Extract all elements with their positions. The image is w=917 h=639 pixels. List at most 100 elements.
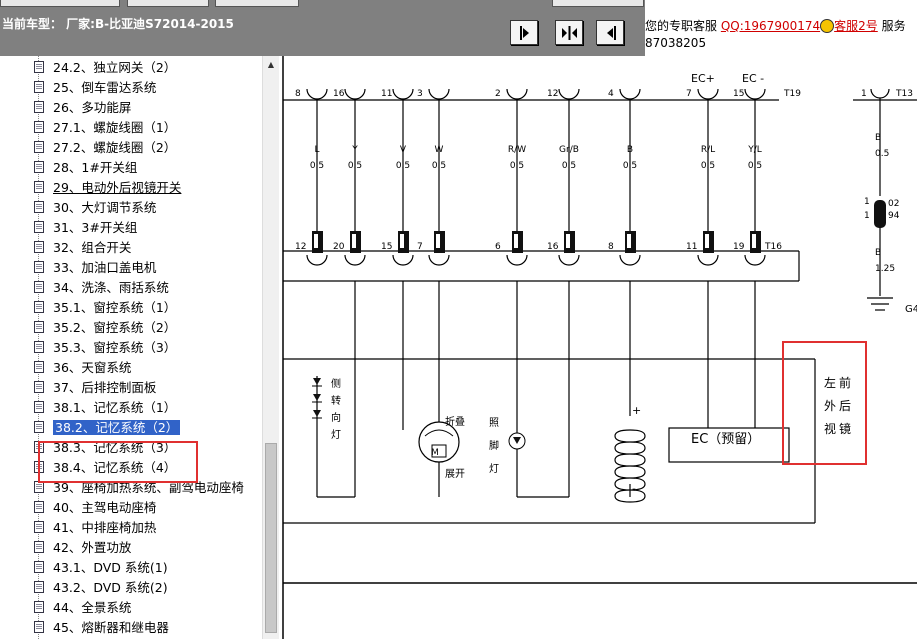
wire-gauge-label: 0.5 <box>310 161 324 171</box>
tree-item[interactable]: 43.2、DVD 系统(2) <box>34 577 168 595</box>
bottom-pin-label: 19 <box>733 242 745 252</box>
ground-mid-label-a: 02 <box>888 199 899 209</box>
tree-item[interactable]: 33、加油口盖电机 <box>34 257 156 275</box>
document-icon <box>34 141 44 153</box>
tree-item[interactable]: 30、大灯调节系统 <box>34 197 156 215</box>
tree-item[interactable]: 27.2、螺旋线圈（2） <box>34 137 176 155</box>
bottom-pin-label: 8 <box>608 242 614 252</box>
top-pin-socket <box>506 88 528 100</box>
tree-scrollbar[interactable]: ▲ <box>262 56 279 639</box>
tree-item-label: 42、外置功放 <box>53 540 132 555</box>
wire-gauge-label: 0.5 <box>748 161 762 171</box>
top-toolbar: 当前车型： 厂家:B-比亚迪S72014-2015 <box>0 0 645 56</box>
document-icon <box>34 181 44 193</box>
tree-item[interactable]: 25、倒车雷达系统 <box>34 77 156 95</box>
tree-item[interactable]: 40、主驾电动座椅 <box>34 497 156 515</box>
top-pin-socket <box>392 88 414 100</box>
wire-color-label: Gr/B <box>559 145 579 155</box>
next-page-button[interactable] <box>596 20 624 45</box>
toolbar-tab[interactable] <box>0 0 120 7</box>
tree-item[interactable]: 32、组合开关 <box>34 237 131 255</box>
tree-item[interactable]: 36、天窗系统 <box>34 357 131 375</box>
wire-gauge-label: 0.5 <box>623 161 637 171</box>
wire-gauge-label: 0.5 <box>348 161 362 171</box>
document-icon <box>34 401 44 413</box>
mirror-fold-motor <box>402 281 460 497</box>
top-pin-socket <box>428 88 450 100</box>
bottom-pin-socket <box>619 254 641 266</box>
qq-link[interactable]: QQ:1967900174 <box>721 19 820 33</box>
qq-penguin-icon <box>820 19 835 33</box>
wire-circuit: 15 Y/L 0.5 19 <box>733 88 766 266</box>
tree-item-label: 40、主驾电动座椅 <box>53 500 157 515</box>
top-pin-socket <box>619 88 641 100</box>
wiring-diagram: 8L0.51216Y0.52011V0.5153W0.572R/W0.5612G… <box>279 56 917 639</box>
wire-circuit: 12 Gr/B 0.5 16 <box>547 88 580 266</box>
tree-item[interactable]: 26、多功能屏 <box>34 97 131 115</box>
wire-color-label: R/L <box>701 145 715 155</box>
tree-item[interactable]: 34、洗涤、雨括系统 <box>34 277 169 295</box>
tree-item-label: 30、大灯调节系统 <box>53 200 157 215</box>
document-icon <box>34 281 44 293</box>
scroll-up-arrow[interactable]: ▲ <box>263 56 279 73</box>
tree-item[interactable]: 38.1、记忆系统（1） <box>34 397 176 415</box>
tree-item-label: 43.1、DVD 系统(1) <box>53 560 168 575</box>
tree-item-label: 44、全景系统 <box>53 600 132 615</box>
document-icon <box>34 261 44 273</box>
tree-item[interactable]: 35.1、窗控系统（1） <box>34 297 176 315</box>
tree-item[interactable]: 27.1、螺旋线圈（1） <box>34 117 176 135</box>
prev-page-button[interactable] <box>510 20 538 45</box>
tree-item[interactable]: 24.2、独立网关（2） <box>34 57 176 75</box>
puddle-lamp-label: 照脚灯 <box>489 417 499 475</box>
wire-circuit: 11 V 0.5 15 <box>381 88 414 266</box>
tree-item-label: 37、后排控制面板 <box>53 380 157 395</box>
ground-wire-top-label: B <box>875 133 881 143</box>
wire-color-label: Y/L <box>747 145 762 155</box>
wire-color-label: B <box>627 145 633 155</box>
document-icon <box>34 81 44 93</box>
service-prefix: 您的专职客服 <box>645 19 718 33</box>
document-icon <box>34 601 44 613</box>
tree-item-label: 33、加油口盖电机 <box>53 260 157 275</box>
service2-link[interactable]: 客服2号 <box>834 19 878 33</box>
tree-item-label: 38.2、记忆系统（2） <box>53 420 181 435</box>
tree-item-label: 25、倒车雷达系统 <box>53 80 157 95</box>
ground-mid-conn: 1 <box>864 211 870 221</box>
bottom-pin-label: 20 <box>333 242 345 252</box>
document-icon <box>34 321 44 333</box>
tree-item-label: 29、电动外后视镜开关 <box>53 180 182 195</box>
toolbar-tab[interactable] <box>215 0 299 7</box>
scrollbar-thumb[interactable] <box>265 443 277 633</box>
tree-item[interactable]: 44、全景系统 <box>34 597 131 615</box>
document-icon <box>34 161 44 173</box>
toolbar-tab[interactable] <box>127 0 209 7</box>
tree-item[interactable]: 43.1、DVD 系统(1) <box>34 557 168 575</box>
ground-wire-bottom-label: B <box>875 248 881 258</box>
tree-item[interactable]: 29、电动外后视镜开关 <box>34 177 181 195</box>
wire-color-label: V <box>400 145 407 155</box>
document-icon <box>34 341 44 353</box>
tree-item[interactable]: 45、熔断器和继电器 <box>34 617 169 635</box>
document-icon <box>34 201 44 213</box>
top-pin-label: 12 <box>547 89 558 99</box>
tree-item[interactable]: 37、后排控制面板 <box>34 377 156 395</box>
tree-item-label: 38.1、记忆系统（1） <box>53 400 177 415</box>
bottom-pin-label: 11 <box>686 242 697 252</box>
tree-item[interactable]: 35.3、窗控系统（3） <box>34 337 176 355</box>
annotation-highlight-box <box>38 441 198 483</box>
tree-item-label: 26、多功能屏 <box>53 100 132 115</box>
tree-item[interactable]: 35.2、窗控系统（2） <box>34 317 176 335</box>
puddle-lamp <box>508 281 570 498</box>
top-pin-label: 8 <box>295 89 301 99</box>
tree-item[interactable]: 31、3#开关组 <box>34 217 137 235</box>
top-pin-socket <box>744 88 766 100</box>
tree-item[interactable]: 41、中排座椅加热 <box>34 517 156 535</box>
ground-mid-label-b: 94 <box>888 211 900 221</box>
tree-item[interactable]: 28、1#开关组 <box>34 157 137 175</box>
toolbar-tab[interactable] <box>552 0 644 7</box>
top-pin-label: 4 <box>608 89 614 99</box>
document-icon <box>34 541 44 553</box>
fit-page-button[interactable] <box>555 20 583 45</box>
tree-item[interactable]: 42、外置功放 <box>34 537 131 555</box>
tree-item[interactable]: 38.2、记忆系统（2） <box>34 417 181 435</box>
